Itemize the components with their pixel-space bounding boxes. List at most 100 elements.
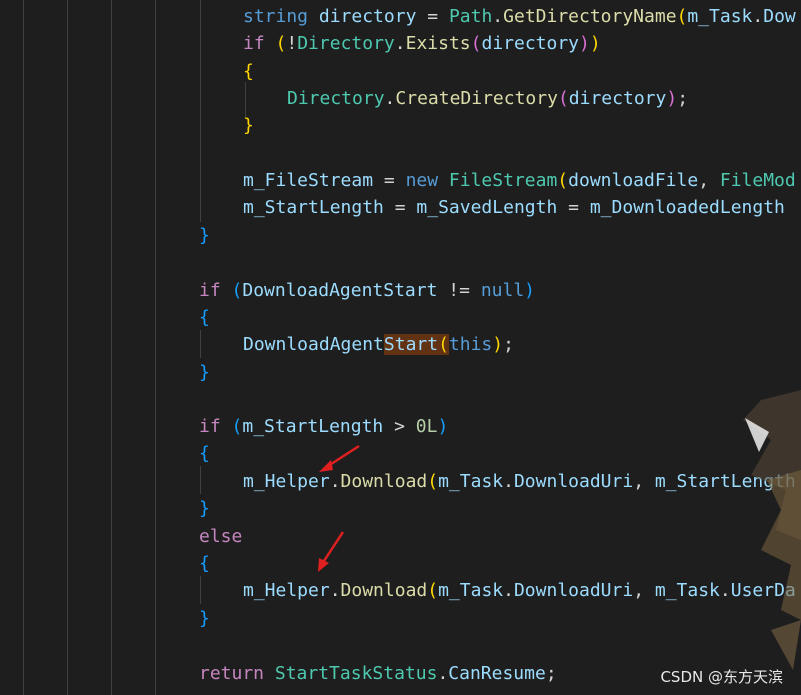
code-token: , — [633, 580, 655, 601]
indent-guide — [200, 576, 201, 604]
indent-guide — [200, 330, 201, 358]
code-token: Start — [383, 334, 439, 355]
code-token: { — [199, 553, 210, 574]
code-token: Dow — [763, 6, 796, 27]
code-line[interactable]: { — [199, 550, 210, 577]
code-line[interactable]: DownloadAgentStart(this); — [243, 331, 514, 358]
code-token: } — [243, 115, 254, 136]
annotation-arrow-icon — [318, 531, 345, 572]
code-token: DownloadUri — [513, 580, 634, 601]
code-token: ; — [503, 334, 514, 355]
code-line[interactable]: } — [243, 112, 254, 139]
code-token: { — [199, 443, 210, 464]
code-token: = — [373, 170, 406, 191]
code-token: ( — [275, 33, 287, 54]
code-token: . — [384, 88, 396, 109]
code-token: Exists — [405, 33, 471, 54]
code-token: } — [199, 608, 210, 629]
code-token: . — [503, 471, 514, 492]
code-token: } — [199, 225, 210, 246]
code-token: . — [752, 6, 764, 27]
code-token: m_Task — [438, 471, 504, 492]
code-token: ( — [557, 88, 569, 109]
code-token: . — [329, 580, 341, 601]
code-token: ) — [492, 334, 504, 355]
code-token: downloadFile — [568, 170, 699, 191]
code-token: null — [480, 280, 525, 301]
code-token: ; — [545, 663, 557, 684]
code-line[interactable]: m_FileStream = new FileStream(downloadFi… — [243, 167, 796, 194]
code-token: m_FileStream — [243, 170, 374, 191]
code-token: , — [698, 170, 720, 191]
indent-guide — [67, 0, 68, 695]
indent-guide — [200, 0, 201, 222]
code-line[interactable]: } — [199, 222, 210, 249]
code-token: CanResume — [448, 663, 546, 684]
code-line[interactable]: } — [199, 495, 210, 522]
code-token: m_Task — [438, 580, 504, 601]
code-token: 0L — [415, 416, 438, 437]
code-token: = — [383, 197, 417, 218]
code-line[interactable]: string directory = Path.GetDirectoryName… — [243, 3, 796, 30]
code-line[interactable]: m_Helper.Download(m_Task.DownloadUri, m_… — [243, 577, 796, 604]
csdn-watermark: CSDN @东方天滨 — [660, 668, 783, 686]
code-token: CreateDirectory — [395, 88, 558, 109]
code-token: ( — [438, 334, 449, 355]
code-token: this — [448, 334, 493, 355]
code-token: . — [492, 6, 504, 27]
code-token: ( — [231, 416, 243, 437]
code-token: ) — [437, 416, 449, 437]
code-token: . — [437, 663, 449, 684]
code-token: . — [503, 580, 514, 601]
code-line[interactable]: m_StartLength = m_SavedLength = m_Downlo… — [243, 194, 785, 221]
code-token: DownloadUri — [513, 471, 634, 492]
code-token: new — [405, 170, 439, 191]
code-token: directory — [481, 33, 580, 54]
code-line[interactable]: if (DownloadAgentStart != null) — [199, 277, 535, 304]
code-token: string — [243, 6, 309, 27]
code-token: Path — [448, 6, 493, 27]
indent-guide — [155, 0, 156, 695]
indent-guide — [200, 466, 201, 494]
code-token: ( — [557, 170, 569, 191]
code-token: m_StartLength — [242, 416, 384, 437]
code-line[interactable]: return StartTaskStatus.CanResume; — [199, 660, 557, 687]
code-token: ( — [231, 280, 243, 301]
code-token: . — [394, 33, 406, 54]
code-token: if — [243, 33, 265, 54]
code-line[interactable]: } — [199, 605, 210, 632]
code-token: directory — [318, 6, 417, 27]
code-token: ) — [579, 33, 590, 54]
code-token: if — [199, 280, 221, 301]
code-editor[interactable]: string directory = Path.GetDirectoryName… — [0, 0, 801, 695]
code-token: GetDirectoryName — [503, 6, 677, 27]
code-line[interactable]: { — [243, 58, 254, 85]
indent-guide — [23, 0, 24, 695]
code-token: m_Task — [687, 6, 753, 27]
code-line[interactable]: if (m_StartLength > 0L) — [199, 413, 448, 440]
code-line[interactable]: { — [199, 304, 210, 331]
code-token: ; — [677, 88, 689, 109]
code-token: m_Task — [654, 580, 720, 601]
code-line[interactable]: } — [199, 359, 210, 386]
code-token: if — [199, 416, 221, 437]
code-token: m_Helper — [243, 580, 330, 601]
mascot-image — [743, 390, 801, 670]
code-token: ( — [427, 580, 439, 601]
code-token: FileStream — [448, 170, 558, 191]
code-line[interactable]: Directory.CreateDirectory(directory); — [287, 85, 688, 112]
code-token: DownloadAgentStart — [242, 280, 438, 301]
code-token: , — [633, 471, 655, 492]
code-line[interactable]: else — [199, 523, 242, 550]
code-token: ) — [589, 33, 601, 54]
code-token: ( — [676, 6, 688, 27]
code-token: ! — [286, 33, 298, 54]
code-line[interactable]: { — [199, 440, 210, 467]
indent-guide — [111, 0, 112, 695]
code-token: } — [199, 498, 210, 519]
code-token: { — [199, 307, 210, 328]
code-line[interactable]: if (!Directory.Exists(directory)) — [243, 30, 601, 57]
